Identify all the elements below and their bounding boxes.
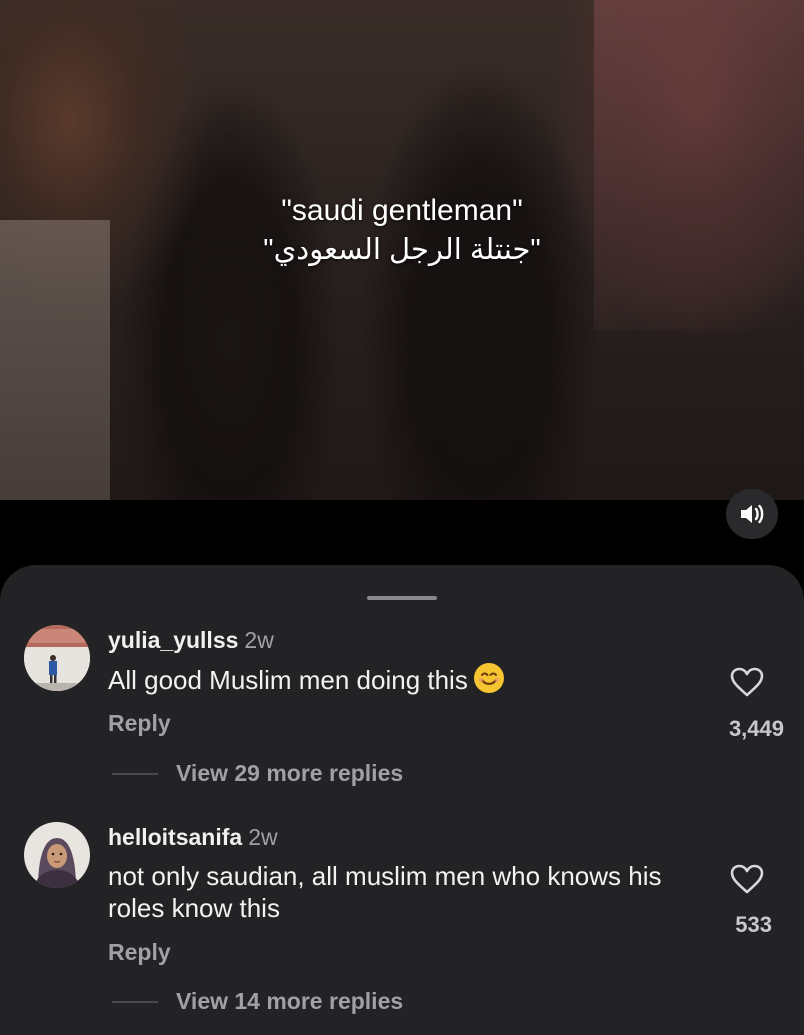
comment-username[interactable]: helloitsanifa 2w: [108, 824, 278, 851]
view-more-replies-button[interactable]: View 14 more replies: [112, 988, 403, 1015]
video-caption-arabic: "جنتلة الرجل السعودي": [263, 234, 541, 266]
reply-button[interactable]: Reply: [108, 939, 171, 966]
video-player[interactable]: "saudi gentleman" "جنتلة الرجل السعودي": [0, 0, 804, 500]
avatar-photo: [24, 822, 90, 888]
comment-text: not only saudian, all muslim men who kno…: [108, 861, 662, 923]
like-count: 3,449: [728, 716, 784, 741]
heart-icon: [730, 864, 764, 894]
comment-username[interactable]: yulia_yullss 2w: [108, 627, 274, 654]
view-more-replies-text[interactable]: View 14 more replies: [176, 988, 403, 1015]
sheet-drag-handle[interactable]: [367, 596, 437, 600]
username-text[interactable]: yulia_yullss: [108, 627, 238, 653]
avatar[interactable]: [24, 625, 90, 691]
like-button[interactable]: [729, 862, 765, 896]
avatar[interactable]: [24, 822, 90, 888]
divider-line: [112, 1000, 158, 1003]
comment-body: All good Muslim men doing this: [108, 665, 468, 695]
comment-time: 2w: [248, 824, 278, 850]
divider-line: [112, 772, 158, 775]
avatar-photo: [24, 625, 90, 691]
username-text[interactable]: helloitsanifa: [108, 824, 242, 850]
sound-toggle-button[interactable]: [726, 489, 778, 539]
like-count: 533: [735, 912, 772, 937]
view-more-replies-button[interactable]: View 29 more replies: [112, 760, 403, 787]
comment-time: 2w: [244, 627, 274, 653]
smiling-face-emoji: [473, 663, 504, 693]
comments-sheet: yulia_yullss 2w All good Muslim men doing…: [0, 565, 804, 1035]
view-more-replies-text[interactable]: View 29 more replies: [176, 760, 403, 787]
video-background-figure: [594, 0, 804, 330]
reply-button[interactable]: Reply: [108, 710, 171, 737]
like-button[interactable]: [729, 665, 765, 699]
comment-text: All good Muslim men doing this: [108, 663, 668, 696]
video-caption-english: "saudi gentleman": [281, 194, 523, 227]
heart-icon: [730, 667, 764, 697]
speaker-icon: [741, 504, 764, 524]
